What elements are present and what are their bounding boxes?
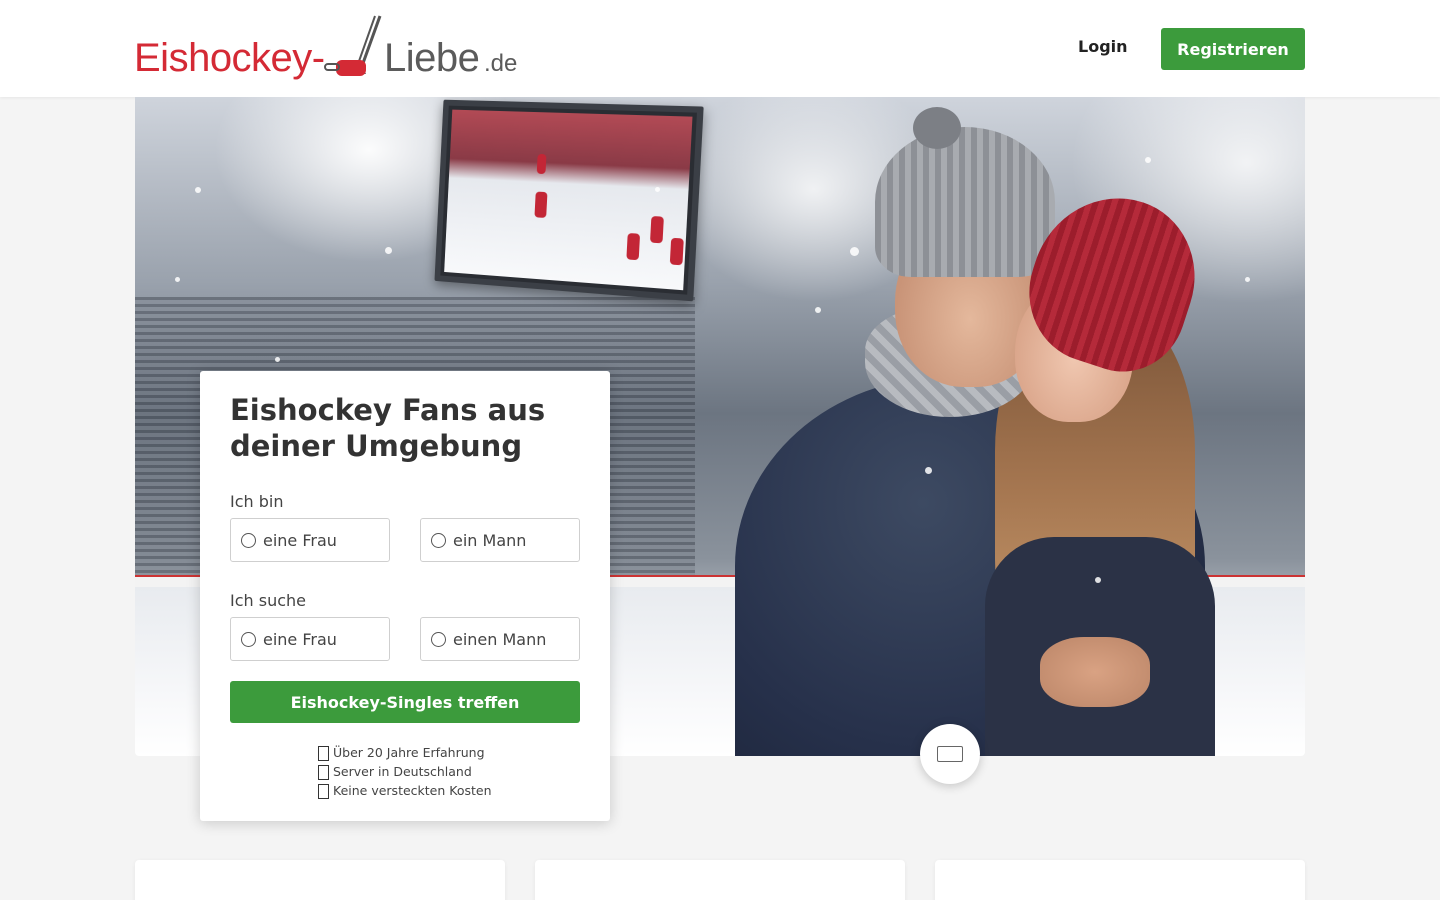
option-label: eine Frau <box>263 629 337 649</box>
feature-card-1 <box>135 860 505 900</box>
usp-item: Über 20 Jahre Erfahrung <box>318 743 492 762</box>
missing-glyph-icon <box>318 784 329 799</box>
missing-glyph-icon <box>318 765 329 780</box>
login-link[interactable]: Login <box>1078 37 1128 56</box>
form-title: Eishockey Fans aus deiner Umgebung <box>230 393 546 463</box>
seeking-label: Ich suche <box>230 591 306 610</box>
jumbotron-screen <box>434 99 704 302</box>
hands <box>1040 637 1150 707</box>
signup-form-card: Eishockey Fans aus deiner Umgebung Ich b… <box>200 371 610 821</box>
usp-list: Über 20 Jahre Erfahrung Server in Deutsc… <box>318 743 492 800</box>
radio-circle-icon[interactable] <box>431 532 446 548</box>
meet-singles-button[interactable]: Eishockey-Singles treffen <box>230 681 580 723</box>
video-button[interactable] <box>920 724 980 784</box>
option-label: eine Frau <box>263 530 337 550</box>
i-am-label: Ich bin <box>230 492 284 511</box>
missing-glyph-icon <box>318 746 329 761</box>
seeking-woman-option[interactable]: eine Frau <box>230 617 390 661</box>
radio-circle-icon[interactable] <box>241 532 256 548</box>
site-header: Eishockey- Liebe .de Login Registrieren <box>0 0 1440 97</box>
video-icon <box>937 746 963 762</box>
logo-text-eishockey: Eishockey- <box>134 36 325 80</box>
logo-text-tld: .de <box>484 50 518 77</box>
man-beanie-pompom <box>913 107 961 149</box>
seeking-man-option[interactable]: einen Mann <box>420 617 580 661</box>
usp-item: Keine versteckten Kosten <box>318 781 492 800</box>
radio-circle-icon[interactable] <box>241 631 256 647</box>
register-button[interactable]: Registrieren <box>1161 28 1305 70</box>
feature-card-3 <box>935 860 1305 900</box>
man-beanie <box>875 127 1055 277</box>
usp-text: Über 20 Jahre Erfahrung <box>333 745 485 760</box>
feature-card-2 <box>535 860 905 900</box>
option-label: ein Mann <box>453 530 527 550</box>
option-label: einen Mann <box>453 629 547 649</box>
radio-circle-icon[interactable] <box>431 631 446 647</box>
i-am-man-option[interactable]: ein Mann <box>420 518 580 562</box>
usp-item: Server in Deutschland <box>318 762 492 781</box>
site-logo[interactable]: Eishockey- Liebe .de <box>134 14 518 82</box>
usp-text: Keine versteckten Kosten <box>333 783 492 798</box>
usp-text: Server in Deutschland <box>333 764 472 779</box>
i-am-woman-option[interactable]: eine Frau <box>230 518 390 562</box>
logo-text-liebe: Liebe <box>384 36 480 80</box>
